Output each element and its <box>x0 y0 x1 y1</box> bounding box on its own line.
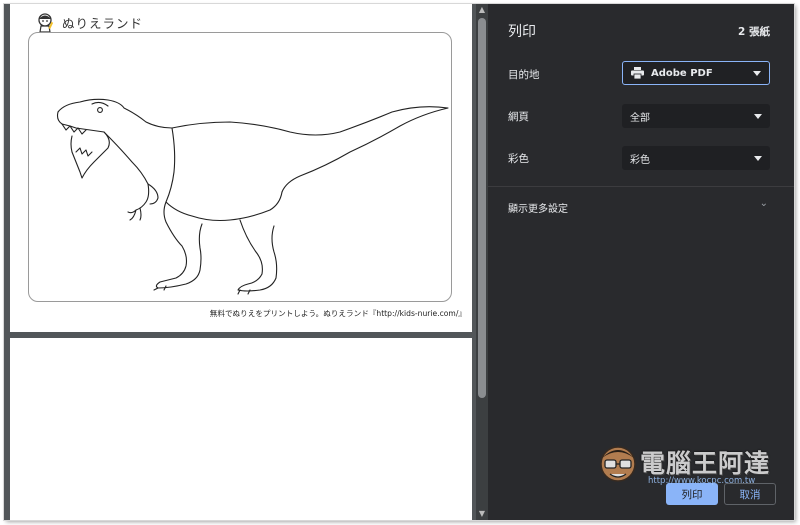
color-value: 彩色 <box>630 154 650 166</box>
preview-scrollbar[interactable]: ▲ ▼ <box>476 4 488 520</box>
destination-label: 目的地 <box>508 69 540 81</box>
expand-chevron-icon[interactable]: ⌄ <box>760 198 768 209</box>
scrollbar-thumb[interactable] <box>478 18 486 398</box>
divider <box>488 186 794 187</box>
destination-value: Adobe PDF <box>651 67 713 79</box>
chevron-down-icon <box>753 71 761 76</box>
print-settings-panel: 列印 2 張紙 目的地 Adobe PDF 網頁 全部 彩色 彩色 顯示更多設定… <box>488 4 794 520</box>
print-preview[interactable]: ぬりえランド 無料でぬりえをプリントしよう。ぬりえランド『http://kids… <box>4 4 488 520</box>
print-window: ぬりえランド 無料でぬりえをプリントしよう。ぬりえランド『http://kids… <box>4 4 794 520</box>
pages-select[interactable]: 全部 <box>622 104 770 128</box>
color-label: 彩色 <box>508 153 529 165</box>
chevron-down-icon <box>754 156 762 161</box>
brand-logo-icon <box>38 13 54 33</box>
chevron-down-icon <box>754 114 762 119</box>
pages-value: 全部 <box>630 112 650 124</box>
dialog-title: 列印 <box>508 24 536 40</box>
scroll-down-icon[interactable]: ▼ <box>476 508 488 520</box>
preview-page-1: ぬりえランド 無料でぬりえをプリントしよう。ぬりえランド『http://kids… <box>10 4 472 332</box>
site-brand: ぬりえランド <box>34 11 143 33</box>
scroll-up-icon[interactable]: ▲ <box>476 4 488 16</box>
cancel-button[interactable]: 取消 <box>724 483 776 505</box>
site-name: ぬりえランド <box>62 15 144 31</box>
printer-icon <box>631 67 644 79</box>
dinosaur-drawing <box>56 98 449 295</box>
sheet-count: 2 張紙 <box>738 26 770 38</box>
footer-credit: 無料でぬりえをプリントしよう。ぬりえランド『http://kids-nurie.… <box>209 309 466 318</box>
color-select[interactable]: 彩色 <box>622 146 770 170</box>
pages-label: 網頁 <box>508 111 529 123</box>
preview-page-2 <box>10 338 472 520</box>
destination-select[interactable]: Adobe PDF <box>622 61 770 85</box>
more-settings-toggle[interactable]: 顯示更多設定 <box>508 200 568 215</box>
print-button[interactable]: 列印 <box>666 483 718 505</box>
